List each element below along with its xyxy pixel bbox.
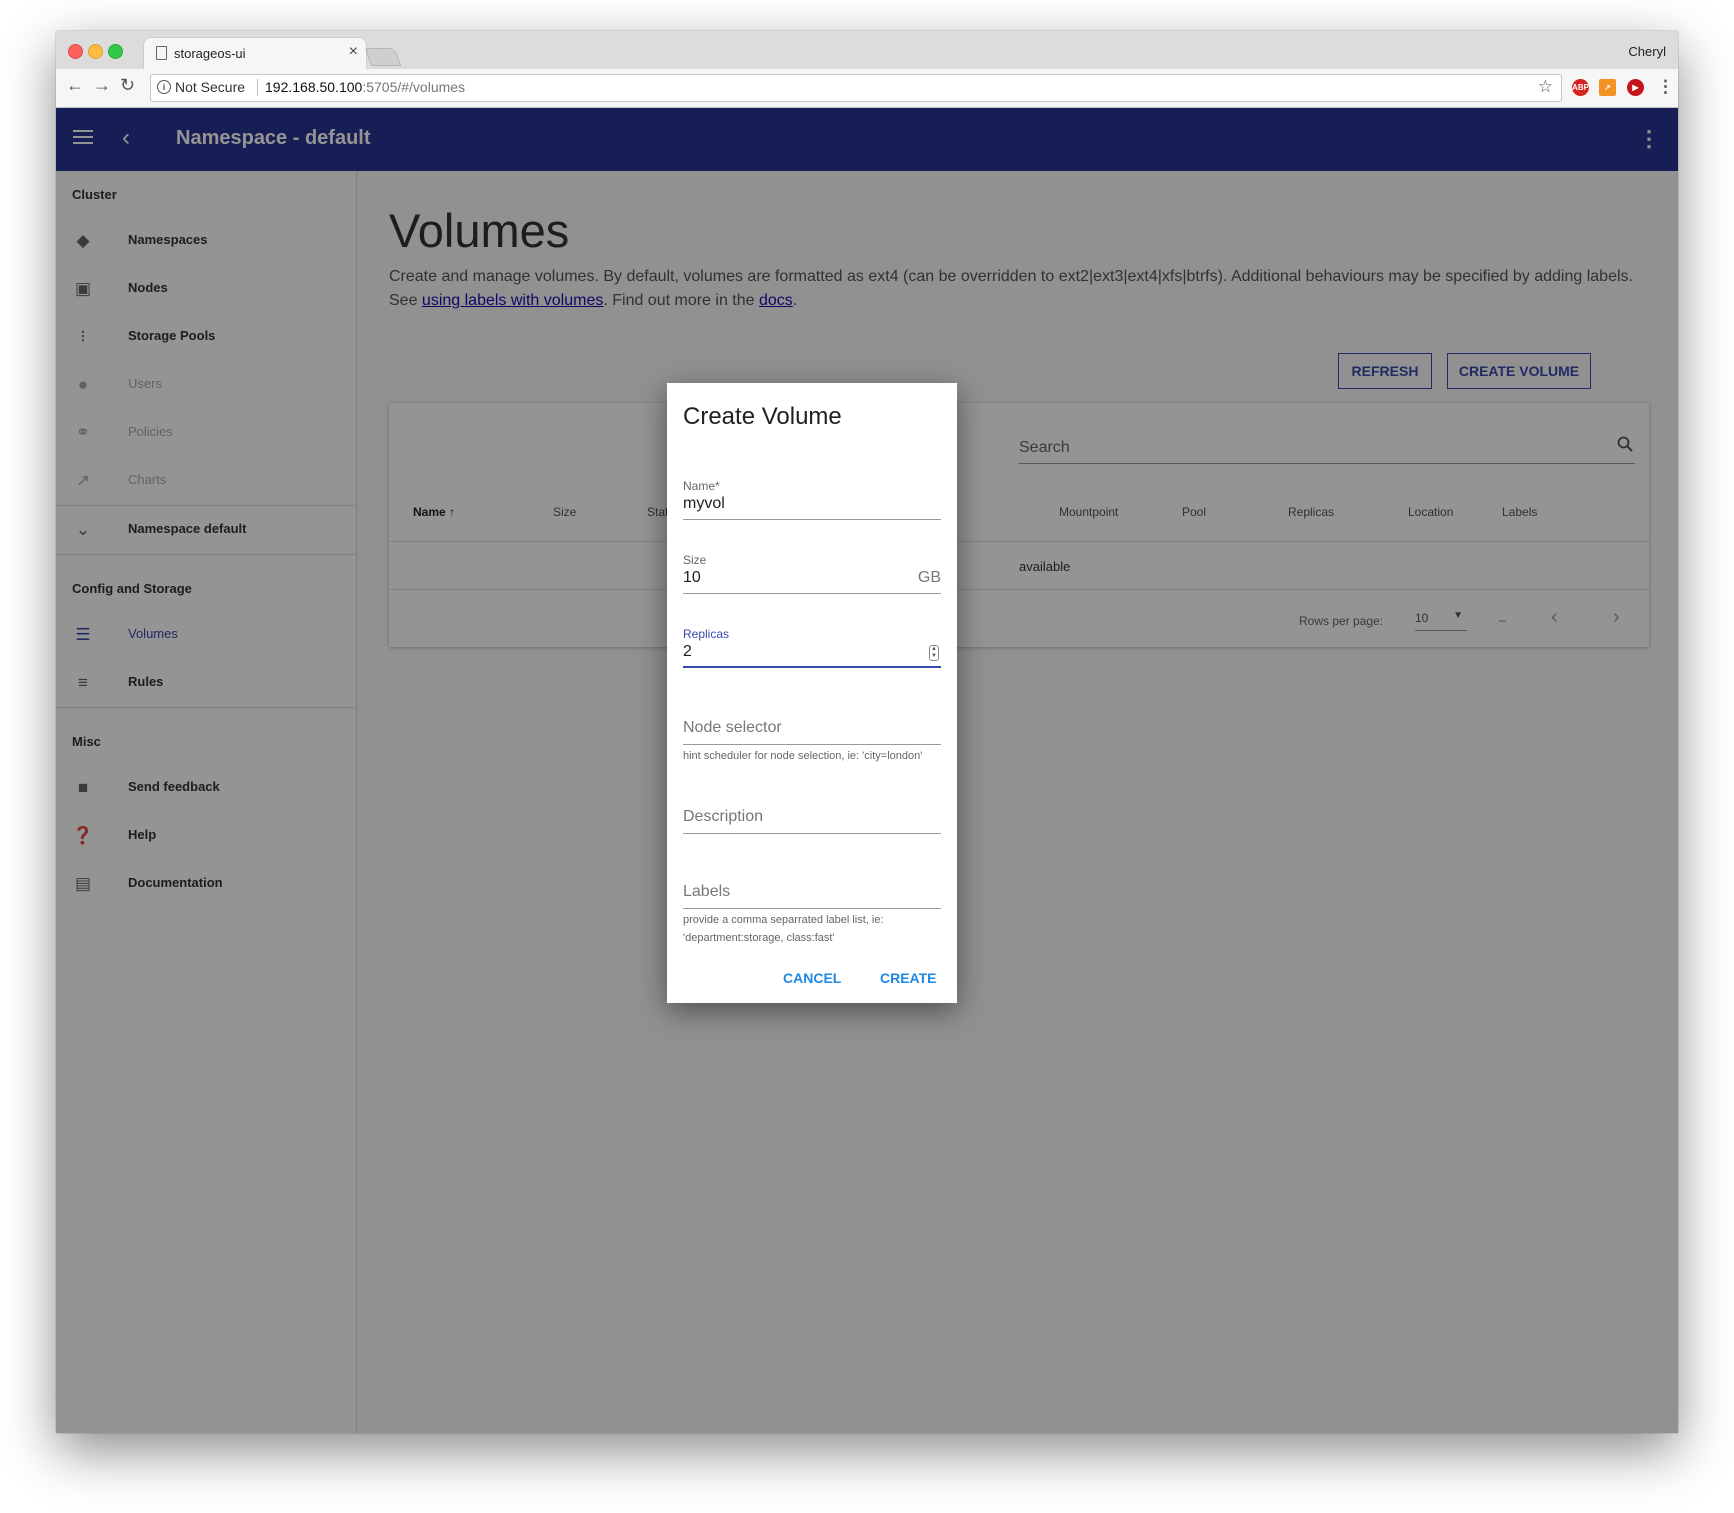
node-selector-underline [683, 744, 941, 745]
browser-menu-icon[interactable]: ⋮ [1657, 77, 1674, 97]
omnibox-divider [257, 79, 258, 96]
labels-placeholder: Labels [683, 883, 731, 900]
number-spinner-icon[interactable]: ▲ ▼ [929, 645, 939, 661]
labels-underline [683, 908, 941, 909]
create-button[interactable]: CREATE [880, 970, 937, 986]
node-selector-placeholder: Node selector [683, 719, 782, 736]
labels-field[interactable]: Labels provide a comma separrated label … [683, 873, 941, 953]
description-underline [683, 833, 941, 834]
minimize-window-button[interactable] [88, 44, 103, 59]
create-volume-dialog: Create Volume Name* myvol Size 10 GB Rep… [667, 383, 957, 1003]
back-arrow-icon[interactable]: ← [66, 75, 84, 96]
replicas-field-value: 2 [683, 643, 692, 660]
node-selector-field[interactable]: Node selector hint scheduler for node se… [683, 709, 941, 809]
description-field[interactable]: Description [683, 798, 941, 840]
page-icon [156, 46, 167, 60]
browser-tab[interactable]: storageos-ui × [144, 38, 366, 69]
chart-extension-icon[interactable]: ↗ [1599, 79, 1616, 96]
play-extension-icon[interactable]: ▶ [1627, 79, 1644, 96]
close-window-button[interactable] [68, 44, 83, 59]
dialog-title: Create Volume [683, 403, 842, 430]
tab-close-icon[interactable]: × [349, 43, 358, 61]
forward-arrow-icon[interactable]: → [93, 75, 111, 96]
replicas-field[interactable]: Replicas 2 ▲ ▼ [683, 627, 941, 669]
name-field[interactable]: Name* myvol [683, 479, 941, 521]
node-selector-help: hint scheduler for node selection, ie: '… [683, 750, 923, 762]
replicas-field-underline [683, 666, 941, 668]
browser-toolbar: ← → ↻ i Not Secure 192.168.50.100:5705/#… [56, 69, 1678, 108]
reload-icon[interactable]: ↻ [120, 75, 135, 96]
address-bar[interactable]: i Not Secure 192.168.50.100:5705/#/volum… [150, 74, 1562, 102]
zoom-window-button[interactable] [108, 44, 123, 59]
labels-help: provide a comma separrated label list, i… [683, 914, 884, 944]
info-icon[interactable]: i [157, 80, 171, 94]
abp-icon[interactable]: ABP [1572, 79, 1589, 96]
url-host: 192.168.50.100 [265, 79, 363, 95]
tab-title: storageos-ui [174, 46, 246, 61]
name-field-label: Name* [683, 479, 720, 493]
name-field-underline [683, 519, 941, 520]
size-unit: GB [917, 569, 941, 586]
url-path: :5705/#/volumes [362, 79, 466, 95]
size-field-value: 10 [683, 569, 701, 586]
description-placeholder: Description [683, 808, 764, 825]
cancel-button[interactable]: CANCEL [783, 970, 841, 986]
tab-bar: storageos-ui × Cheryl [56, 31, 1678, 69]
security-label[interactable]: Not Secure [175, 79, 245, 95]
size-field-underline [683, 593, 941, 594]
url-text[interactable]: 192.168.50.100:5705/#/volumes [265, 79, 465, 95]
bookmark-star-icon[interactable]: ☆ [1538, 77, 1553, 97]
size-field-label: Size [683, 553, 707, 567]
replicas-field-label: Replicas [683, 627, 730, 641]
new-tab-button[interactable] [364, 48, 402, 66]
name-field-value: myvol [683, 495, 725, 512]
profile-name[interactable]: Cheryl [1628, 44, 1666, 59]
size-field[interactable]: Size 10 GB [683, 553, 941, 595]
